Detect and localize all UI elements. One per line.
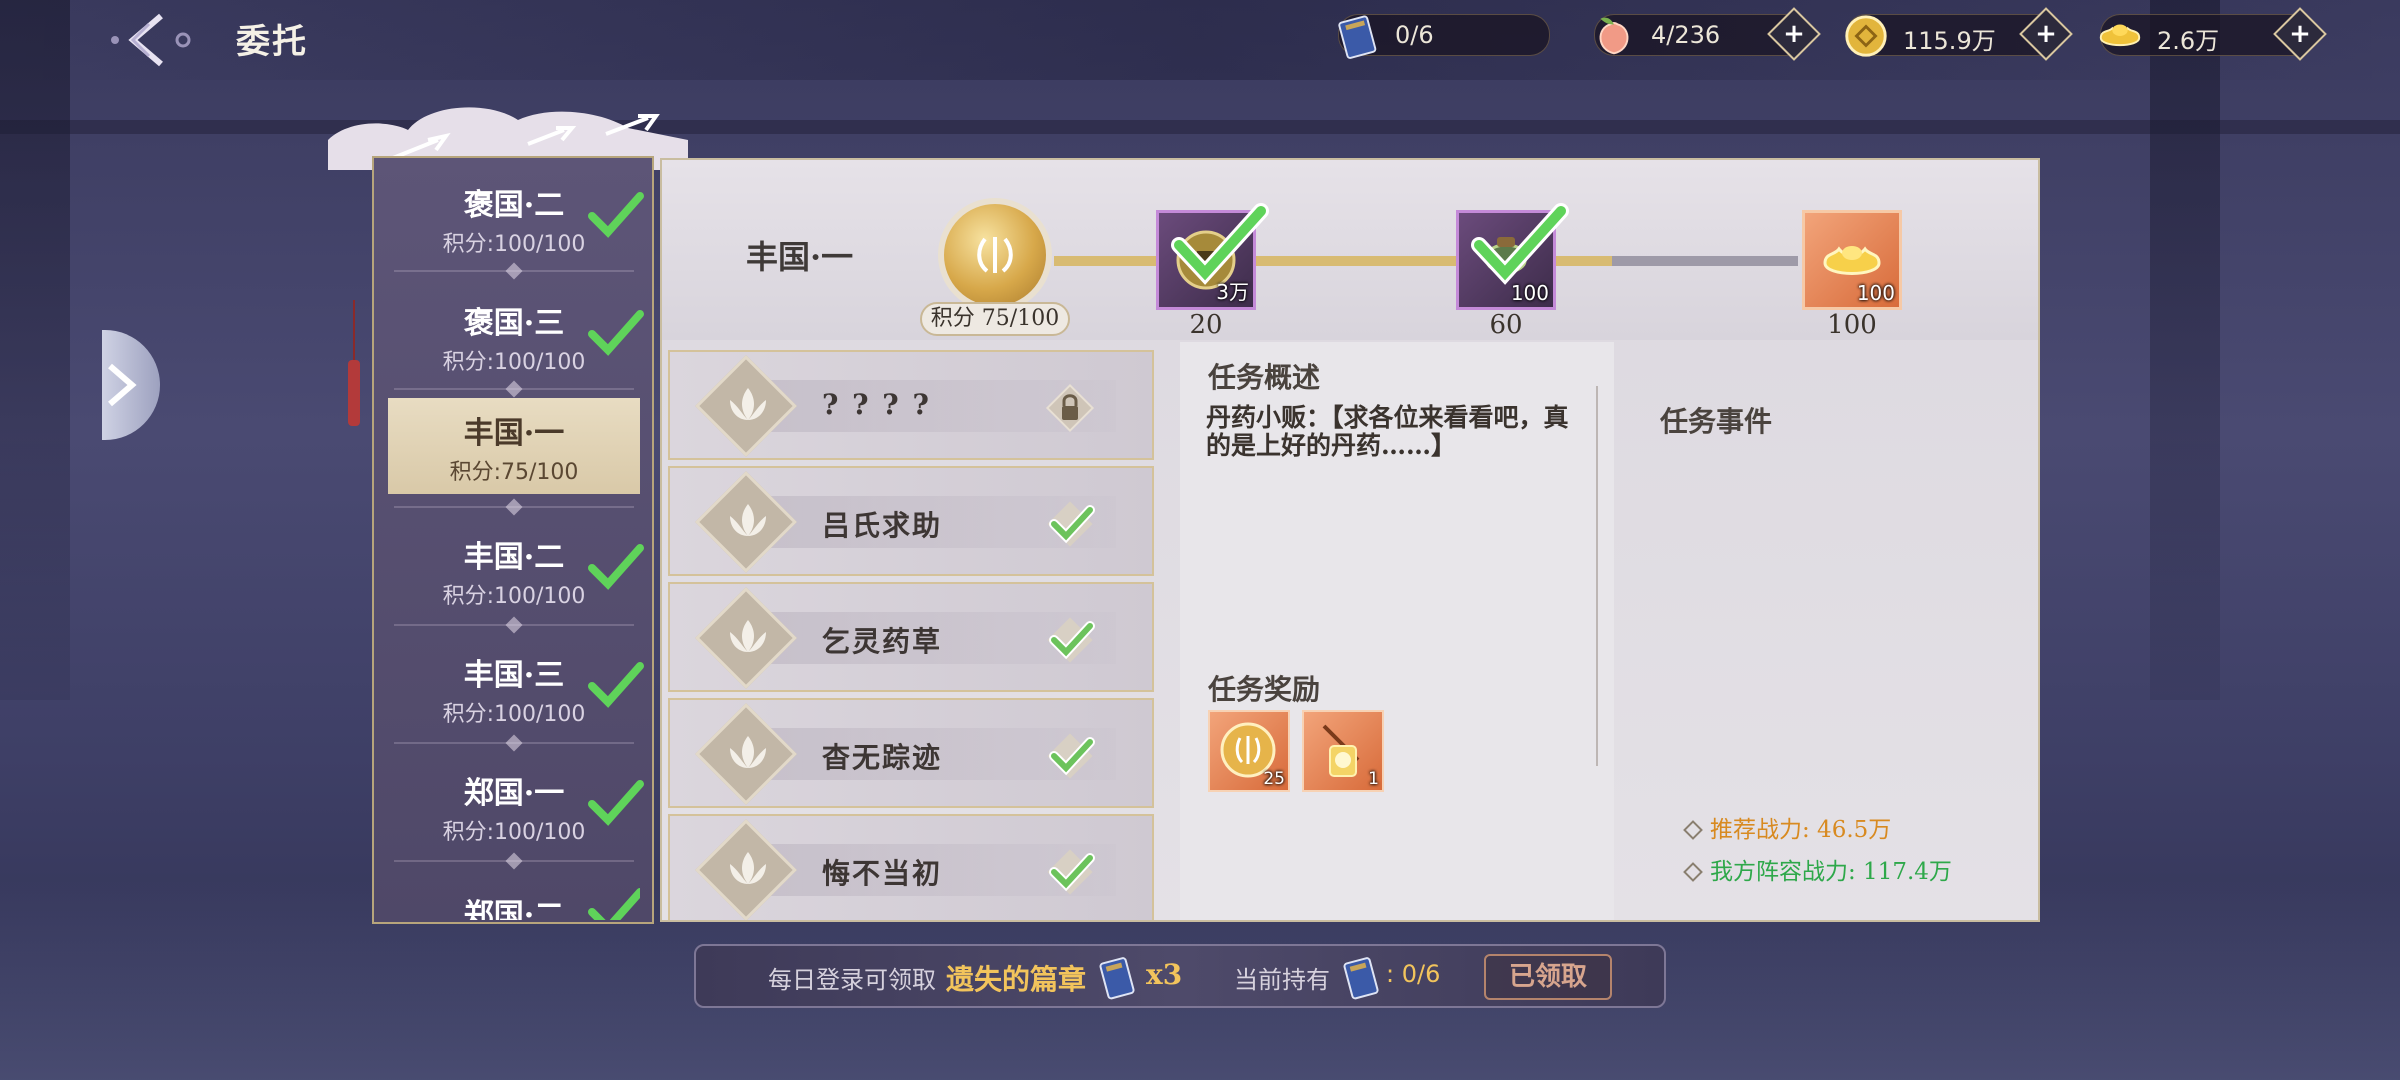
divider	[394, 498, 634, 516]
milestone-threshold: 20	[1189, 310, 1223, 340]
milestone-reward-20[interactable]: 3万	[1156, 203, 1269, 310]
overview-text: 丹药小贩：【求各位来看看吧，真的是上好的丹药……】	[1206, 403, 1569, 460]
divider	[394, 734, 634, 752]
points-label: 积分 75/100	[920, 302, 1070, 336]
events-title: 任务事件	[1660, 405, 1773, 438]
item-quantity: x3	[1146, 958, 1183, 991]
check-icon	[1047, 501, 1095, 547]
chapter-item-zhengguo-2[interactable]: 郑国·二	[388, 880, 640, 920]
back-button[interactable]	[100, 8, 200, 72]
chapter-list: 褒国·二 积分:100/100 褒国·三 积分:100/100 丰国·一 积分:…	[372, 156, 654, 924]
lotus-icon	[730, 388, 766, 420]
coin-icon	[1841, 11, 1891, 61]
divider	[1596, 386, 1598, 766]
chapter-item-fengguo-2[interactable]: 丰国·二 积分:100/100	[388, 522, 644, 618]
back-arrow-icon	[111, 13, 191, 67]
add-peach-button[interactable]: +	[1767, 7, 1821, 61]
chapter-item-baoguo-3[interactable]: 褒国·三 积分:100/100	[388, 288, 644, 384]
chapter-title: 丰国·一	[746, 238, 854, 276]
chapter-item-fengguo-1[interactable]: 丰国·一 积分:75/100	[388, 398, 640, 494]
check-icon	[588, 192, 644, 238]
check-icon	[1171, 203, 1269, 285]
rewards-title: 任务奖励	[1208, 673, 1321, 706]
task-item-huibudang[interactable]: 悔不当初	[668, 814, 1154, 920]
holding-value: : 0/6	[1386, 960, 1441, 988]
tassel-decoration	[348, 300, 360, 426]
holding-label: 当前持有	[1234, 966, 1330, 994]
task-item-qiling[interactable]: 乞灵药草	[668, 582, 1154, 692]
milestone-reward-60[interactable]: 100	[1456, 203, 1569, 310]
item-name: 遗失的篇章	[946, 963, 1087, 996]
chapter-detail-panel: 丰国·一 积分 75/100 3万 20 100 60 100 100 ? ? …	[660, 158, 2040, 922]
lotus-icon	[730, 852, 766, 884]
check-icon	[1047, 849, 1095, 895]
daily-login-bar: 每日登录可领取 遗失的篇章 x3 当前持有 : 0/6 已领取	[694, 944, 1666, 1008]
lotus-icon	[730, 504, 766, 536]
divider	[394, 380, 634, 398]
my-team-power: 我方阵容战力: 117.4万	[1683, 852, 1952, 886]
task-item-locked[interactable]: ? ? ? ?	[668, 350, 1154, 460]
check-icon	[588, 780, 644, 826]
task-item-yaowu[interactable]: 杳无踪迹	[668, 698, 1154, 808]
lotus-icon	[730, 620, 766, 652]
resource-coin: 115.9万 +	[1845, 7, 2073, 61]
overview-title: 任务概述	[1208, 361, 1321, 394]
reward-item-medal[interactable]: 25	[1208, 710, 1290, 792]
lock-icon	[1045, 383, 1095, 433]
book-icon	[1343, 957, 1379, 1000]
expand-side-button[interactable]	[102, 330, 160, 440]
add-coin-button[interactable]: +	[2019, 7, 2073, 61]
chapter-item-baoguo-2[interactable]: 褒国·二 积分:100/100	[388, 170, 644, 266]
check-icon	[1047, 733, 1095, 779]
lotus-icon	[730, 736, 766, 768]
reward-item-lantern[interactable]: 1	[1302, 710, 1384, 792]
top-bar: 委托 0/6 4/236 + 115.9万 + 2.6万 +	[0, 0, 2400, 80]
chapter-item-zhengguo-1[interactable]: 郑国·一 积分:100/100	[388, 758, 644, 854]
peach-icon	[1589, 11, 1639, 61]
task-item-lvshi[interactable]: 吕氏求助	[668, 466, 1154, 576]
progress-header: 丰国·一 积分 75/100 3万 20 100 60 100 100	[662, 160, 2038, 340]
book-icon	[1333, 11, 1383, 61]
daily-text: 每日登录可领取	[768, 966, 936, 994]
check-icon	[1471, 203, 1569, 285]
check-icon	[588, 310, 644, 356]
page-title: 委托	[236, 22, 308, 62]
add-gold-button[interactable]: +	[2273, 7, 2327, 61]
resource-book: 0/6	[1338, 14, 1550, 59]
milestone-threshold: 100	[1827, 310, 1877, 340]
resource-peach: 4/236 +	[1594, 7, 1821, 61]
recommended-power: 推荐战力: 46.5万	[1683, 810, 1891, 844]
milestone-reward-100[interactable]: 100	[1802, 210, 1902, 310]
check-icon	[588, 544, 644, 590]
milestone-threshold: 60	[1489, 310, 1523, 340]
claimed-button[interactable]: 已领取	[1484, 954, 1612, 1000]
divider	[394, 852, 634, 870]
divider	[394, 616, 634, 634]
chapter-item-fengguo-3[interactable]: 丰国·三 积分:100/100	[388, 640, 644, 736]
resource-gold: 2.6万 +	[2099, 7, 2327, 61]
points-medal-icon	[938, 198, 1052, 312]
chevron-right-icon	[108, 363, 137, 407]
task-list: ? ? ? ? 吕氏求助 乞灵药草 杳无踪迹 悔不当初	[668, 350, 1156, 920]
check-icon	[588, 662, 644, 708]
check-icon	[588, 888, 640, 920]
check-icon	[1047, 617, 1095, 663]
book-icon	[1099, 957, 1135, 1000]
gold-ingot-icon	[2095, 11, 2145, 61]
divider	[394, 262, 634, 280]
